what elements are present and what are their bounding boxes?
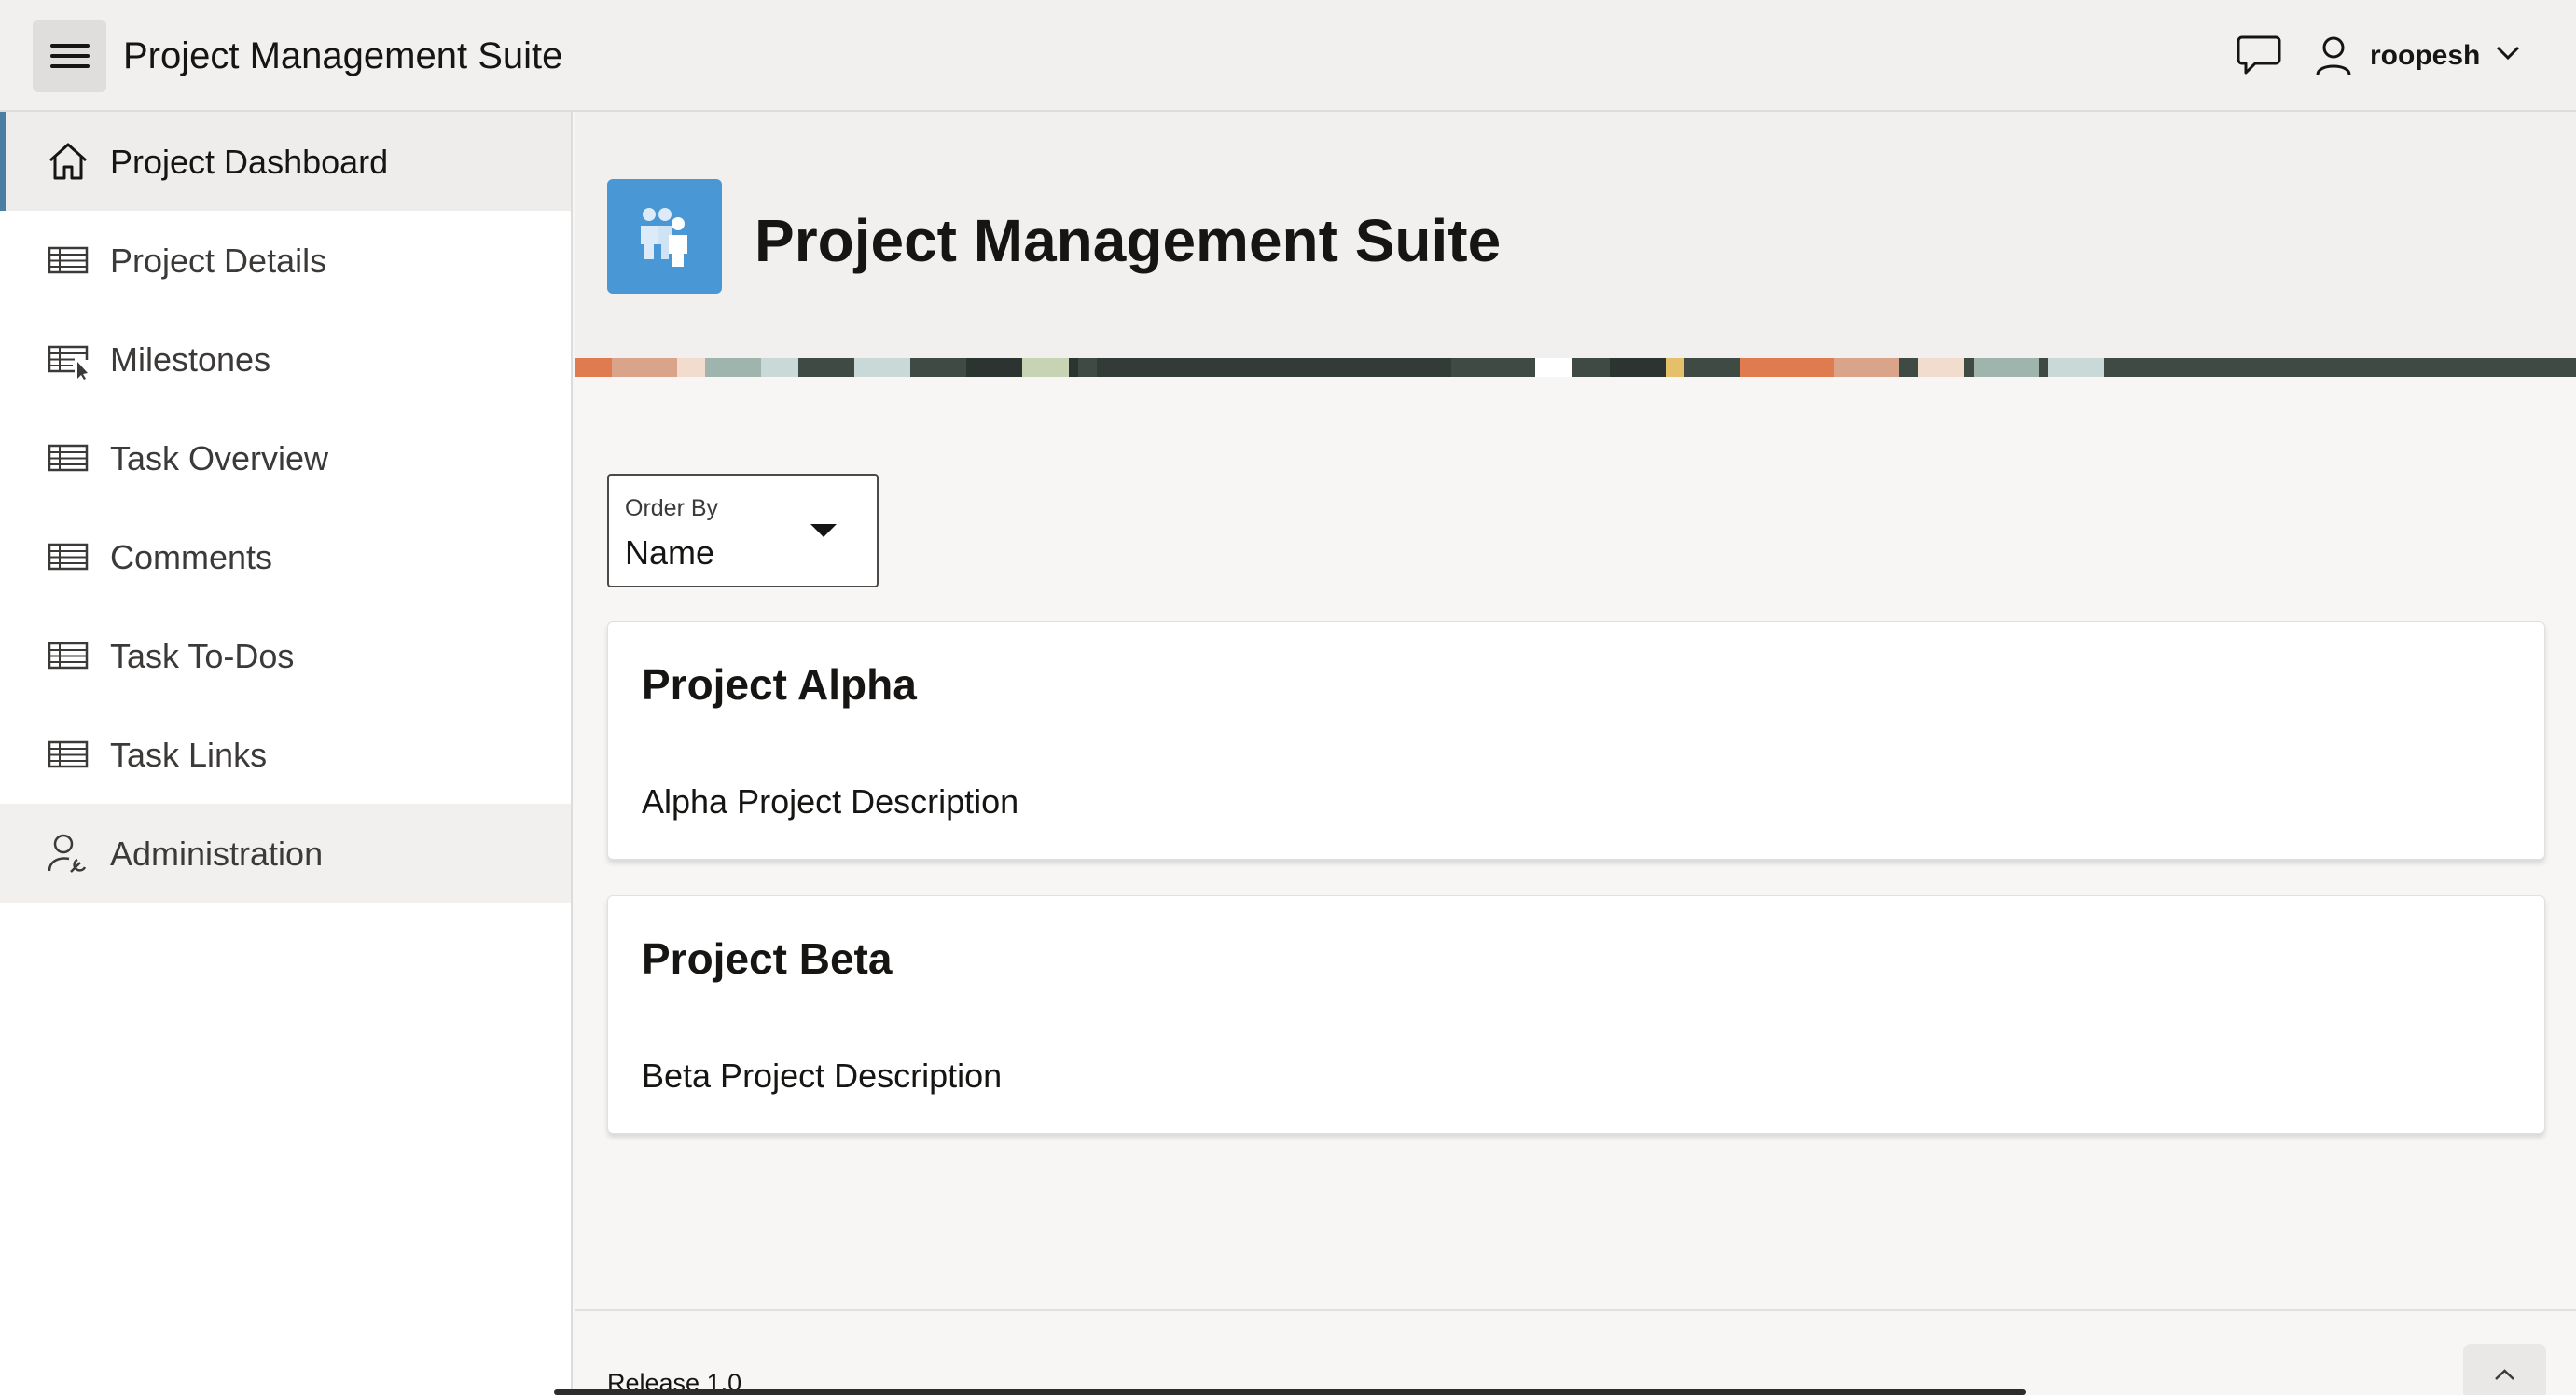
table-icon [48, 246, 89, 274]
scroll-to-top-button[interactable] [2463, 1344, 2546, 1395]
sidebar-item-project-details[interactable]: Project Details [0, 211, 571, 310]
project-card-title[interactable]: Project Beta [642, 933, 892, 984]
table-icon [48, 543, 89, 571]
home-icon [48, 143, 88, 180]
table-icon [48, 444, 89, 472]
hamburger-menu-button[interactable] [33, 20, 106, 92]
sidebar-item-task-to-dos[interactable]: Task To-Dos [0, 606, 571, 705]
project-card-description: Alpha Project Description [642, 782, 1019, 821]
order-by-select[interactable]: Order By Name [607, 474, 879, 587]
user-icon[interactable] [2315, 35, 2352, 76]
order-by-value[interactable]: Name [625, 533, 714, 573]
chat-icon[interactable] [2237, 34, 2281, 76]
page-hero: Project Management Suite [575, 112, 2576, 358]
footer-divider [575, 1309, 2576, 1311]
sidebar-item-label: Milestones [110, 340, 271, 379]
order-by-label: Order By [625, 495, 719, 521]
bottom-shadow-bar [554, 1389, 2026, 1395]
sidebar-item-label: Task Overview [110, 439, 329, 477]
sidebar-item-label: Task Links [110, 736, 268, 774]
app-title[interactable]: Project Management Suite [123, 32, 562, 80]
sidebar-item-administration[interactable]: Administration [0, 804, 571, 903]
user-menu-name[interactable]: roopesh [2370, 37, 2480, 75]
chevron-up-icon[interactable] [2463, 1344, 2546, 1395]
caret-down-icon[interactable] [810, 524, 837, 537]
table-icon [48, 740, 89, 768]
sidebar-item-project-dashboard[interactable]: Project Dashboard [0, 112, 571, 211]
project-card-description: Beta Project Description [642, 1057, 1003, 1095]
sidebar-item-label: Comments [110, 538, 273, 576]
sidebar-nav: Project Dashboard Project Details Milest… [0, 112, 573, 1395]
sidebar-item-label: Project Dashboard [110, 143, 389, 181]
sidebar-item-comments[interactable]: Comments [0, 507, 571, 606]
user-wrench-icon [48, 834, 87, 873]
sidebar-item-task-overview[interactable]: Task Overview [0, 408, 571, 507]
project-card[interactable]: Project Alpha Alpha Project Description [607, 621, 2545, 860]
project-card-title[interactable]: Project Alpha [642, 659, 917, 710]
chevron-down-icon[interactable] [2496, 45, 2520, 62]
team-icon [607, 179, 722, 294]
sidebar-item-label: Administration [110, 835, 324, 873]
project-card[interactable]: Project Beta Beta Project Description [607, 895, 2545, 1134]
sidebar-item-milestones[interactable]: Milestones [0, 310, 571, 408]
sidebar-item-label: Project Details [110, 242, 327, 280]
sidebar-item-task-links[interactable]: Task Links [0, 705, 571, 804]
top-header: Project Management Suite roopesh [0, 0, 2576, 112]
table-icon [48, 642, 89, 670]
decorative-banner [575, 358, 2576, 377]
table-cursor-icon [48, 345, 89, 380]
sidebar-item-label: Task To-Dos [110, 637, 295, 675]
page-title: Project Management Suite [755, 207, 1502, 274]
